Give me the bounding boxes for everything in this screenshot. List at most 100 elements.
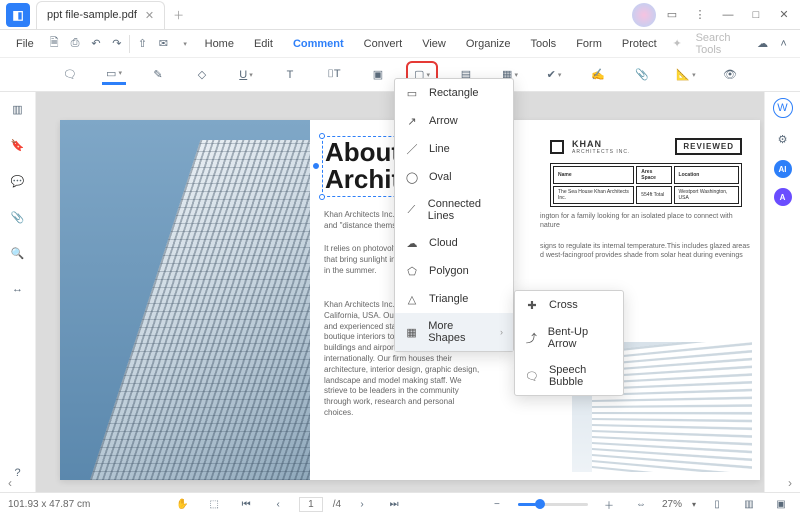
zoom-out-icon[interactable]: −	[486, 494, 508, 516]
approval-stamp-icon[interactable]: ✔︎	[542, 65, 566, 85]
new-tab-button[interactable]: ＋	[165, 7, 192, 23]
callout-tool-icon[interactable]: ▣	[366, 65, 390, 85]
text-tool-icon[interactable]: T	[278, 65, 302, 85]
speech-bubble-icon: 🗨	[525, 369, 539, 383]
title-bar: ◧ ppt file-sample.pdf ✕ ＋ ▭ ⋮ ― □ ✕	[0, 0, 800, 30]
search-tools[interactable]: Search Tools	[690, 32, 751, 56]
first-page-icon[interactable]: ⏮	[235, 494, 257, 516]
search-panel-icon[interactable]: 🔍	[7, 242, 29, 264]
shape-speech-bubble[interactable]: 🗨Speech Bubble	[515, 357, 623, 395]
last-page-icon[interactable]: ⏭	[383, 494, 405, 516]
info-table: NameAres SpaceLocation The Sea House Kha…	[550, 163, 742, 207]
underline-tool-icon[interactable]: U	[234, 65, 258, 85]
zoom-slider[interactable]	[518, 503, 588, 506]
shape-polygon[interactable]: ⬠Polygon	[395, 257, 513, 285]
bent-up-arrow-icon: ⤴	[525, 331, 538, 345]
menu-tools[interactable]: Tools	[523, 34, 565, 54]
cloud-icon[interactable]: ☁	[754, 33, 771, 55]
print-icon[interactable]: ⎙	[67, 33, 84, 55]
status-bar: 101.93 x 47.87 cm ✋ ⬚ ⏮ ‹ 1 /4 › ⏭ − ＋ ⇔…	[0, 492, 800, 516]
bookmarks-icon[interactable]: 🔖	[7, 134, 29, 156]
comments-panel-icon[interactable]: 💬	[7, 170, 29, 192]
select-tool-icon[interactable]: ⬚	[203, 494, 225, 516]
heading-line1: About	[325, 137, 400, 167]
fit-width-icon[interactable]: ⇔	[630, 494, 652, 516]
menu-comment[interactable]: Comment	[285, 34, 352, 54]
menu-view[interactable]: View	[414, 34, 454, 54]
shape-triangle[interactable]: △Triangle	[395, 285, 513, 313]
chevron-right-icon: ›	[500, 327, 503, 337]
page-number-input[interactable]: 1	[299, 497, 323, 512]
shape-arrow[interactable]: ↗Arrow	[395, 107, 513, 135]
wand-icon[interactable]: ✦	[669, 33, 686, 55]
right-sidebar: W ⚙ AI A	[764, 92, 800, 492]
eraser-tool-icon[interactable]: ◇	[190, 65, 214, 85]
zoom-in-icon[interactable]: ＋	[598, 494, 620, 516]
prev-page-icon[interactable]: ‹	[267, 494, 289, 516]
menu-edit[interactable]: Edit	[246, 34, 281, 54]
thumbnails-icon[interactable]: ▥	[7, 98, 29, 120]
feedback-icon[interactable]: ▭	[660, 3, 684, 27]
shape-connected-lines[interactable]: ⟋Connected Lines	[395, 191, 513, 229]
attachment-tool-icon[interactable]: 📎	[630, 65, 654, 85]
right-text-2: signs to regulate its internal temperatu…	[540, 242, 750, 261]
assist-badge-icon[interactable]: A	[774, 188, 792, 206]
maximize-icon[interactable]: □	[744, 3, 768, 27]
kebab-icon[interactable]: ⋮	[688, 3, 712, 27]
menu-protect[interactable]: Protect	[614, 34, 665, 54]
redo-icon[interactable]: ↷	[108, 33, 125, 55]
cross-icon: ✚	[525, 298, 539, 312]
read-mode-icon[interactable]: ▣	[770, 494, 792, 516]
collapse-ribbon-icon[interactable]: ˄	[775, 33, 792, 55]
zoom-value[interactable]: 27%	[662, 499, 682, 510]
upload-icon[interactable]: ⇧	[134, 33, 151, 55]
account-icon[interactable]	[632, 3, 656, 27]
pencil-tool-icon[interactable]: ✎	[146, 65, 170, 85]
shape-oval[interactable]: ◯Oval	[395, 163, 513, 191]
document-tab[interactable]: ppt file-sample.pdf ✕	[36, 1, 165, 29]
shape-more-shapes[interactable]: ▦More Shapes›	[395, 313, 513, 351]
wondershare-icon[interactable]: W	[773, 98, 793, 118]
undo-icon[interactable]: ↶	[87, 33, 104, 55]
brand-logo-icon	[550, 140, 564, 154]
shape-rectangle[interactable]: ▭Rectangle	[395, 79, 513, 107]
attachments-panel-icon[interactable]: 📎	[7, 206, 29, 228]
textbox-tool-icon[interactable]: ⌷T	[322, 65, 346, 85]
hide-comments-icon[interactable]: 👁	[718, 65, 742, 85]
settings-sliders-icon[interactable]: ⚙	[772, 128, 794, 150]
menu-organize[interactable]: Organize	[458, 34, 519, 54]
menu-file[interactable]: File	[8, 34, 42, 54]
share-icon[interactable]: ✉	[155, 33, 172, 55]
shape-line[interactable]: ／Line	[395, 135, 513, 163]
shape-cloud[interactable]: ☁Cloud	[395, 229, 513, 257]
brand-name: KHAN	[572, 139, 630, 149]
highlight-tool-icon[interactable]: ▭	[102, 65, 126, 85]
signature-tool-icon[interactable]: ✍	[586, 65, 610, 85]
fields-panel-icon[interactable]: ↔	[7, 278, 29, 300]
measure-tool-icon[interactable]: 📐	[674, 65, 698, 85]
menu-form[interactable]: Form	[568, 34, 610, 54]
scroll-left-icon[interactable]: ‹	[8, 476, 12, 490]
share-dropdown-icon[interactable]	[176, 33, 193, 55]
single-page-icon[interactable]: ▯	[706, 494, 728, 516]
triangle-icon: △	[405, 292, 419, 306]
note-tool-icon[interactable]: 🗨	[58, 65, 82, 85]
minimize-icon[interactable]: ―	[716, 3, 740, 27]
next-page-icon[interactable]: ›	[351, 494, 373, 516]
scroll-right-icon[interactable]: ›	[788, 476, 792, 490]
line-icon: ／	[405, 142, 419, 156]
hand-tool-icon[interactable]: ✋	[171, 494, 193, 516]
shape-cross[interactable]: ✚Cross	[515, 291, 623, 319]
continuous-page-icon[interactable]: ▥	[738, 494, 760, 516]
shape-bent-up-arrow[interactable]: ⤴Bent-Up Arrow	[515, 319, 623, 357]
close-window-icon[interactable]: ✕	[772, 3, 796, 27]
close-tab-icon[interactable]: ✕	[145, 9, 154, 22]
reviewed-stamp: REVIEWED	[675, 138, 742, 155]
ai-badge-icon[interactable]: AI	[774, 160, 792, 178]
more-shapes-icon: ▦	[405, 325, 418, 339]
building-photo	[60, 120, 310, 480]
menu-convert[interactable]: Convert	[356, 34, 411, 54]
save-icon[interactable]: 🗎	[46, 33, 63, 55]
menu-home[interactable]: Home	[197, 34, 242, 54]
menu-bar: File 🗎 ⎙ ↶ ↷ ⇧ ✉ Home Edit Comment Conve…	[0, 30, 800, 58]
